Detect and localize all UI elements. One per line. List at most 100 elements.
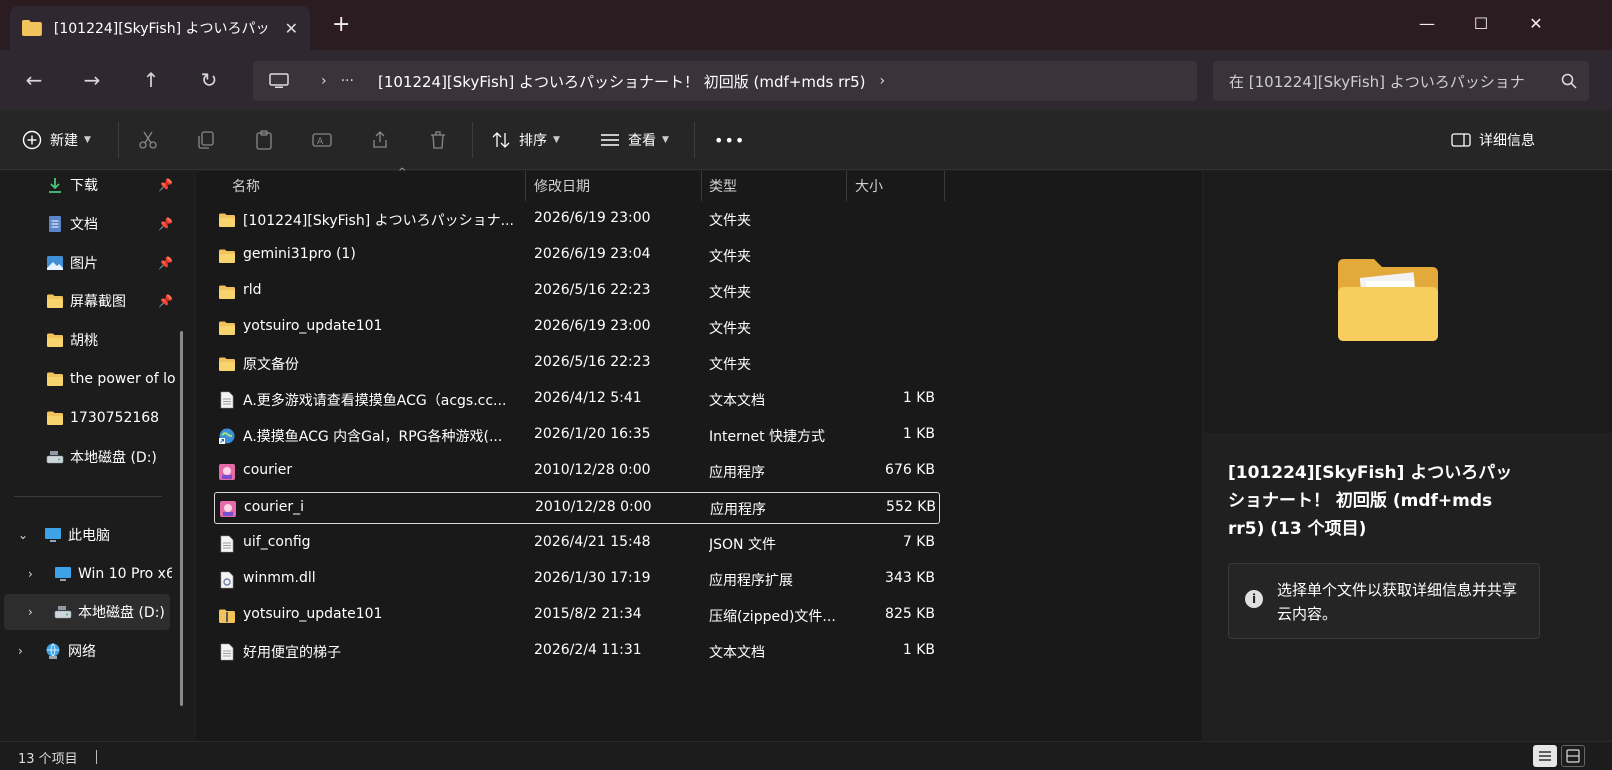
scissors-icon — [139, 131, 157, 149]
internet-shortcut-icon — [218, 427, 236, 445]
close-window-button[interactable]: ✕ — [1514, 8, 1558, 38]
file-type: 应用程序 — [709, 465, 765, 481]
sidebar-tree-item-0[interactable]: ⌄ 此电脑 — [0, 517, 190, 553]
tab-close-icon[interactable]: ✕ — [285, 19, 298, 38]
file-row[interactable]: A.摸摸鱼ACG 内含Gal，RPG各种游戏(... 2026/1/20 16:3… — [214, 420, 940, 452]
file-row[interactable]: 好用便宜的梯子 2026/2/4 11:31 文本文档 1 KB — [214, 636, 940, 668]
sidebar-item-0[interactable]: 下载 📌 — [0, 167, 190, 203]
folder-icon — [218, 319, 236, 337]
pin-icon[interactable]: 📌 — [158, 256, 173, 270]
status-bar: 13 个项目 — [0, 741, 1612, 770]
computer-icon — [44, 526, 62, 544]
new-button[interactable]: 新建 ▼ — [22, 124, 91, 156]
file-type: 文件夹 — [709, 357, 751, 373]
file-type: 文件夹 — [709, 285, 751, 301]
column-header-date[interactable]: 修改日期 — [526, 171, 701, 201]
file-row[interactable]: [101224][SkyFish] よついろパッショナ... 2026/6/19 … — [214, 204, 940, 236]
chevron-right-icon[interactable]: › — [28, 605, 33, 619]
sidebar-scrollbar[interactable] — [180, 331, 183, 706]
breadcrumb-chevron-icon[interactable]: › — [321, 73, 327, 89]
file-row[interactable]: courier 2010/12/28 0:00 应用程序 676 KB — [214, 456, 940, 488]
column-divider[interactable] — [944, 171, 945, 201]
pin-icon[interactable]: 📌 — [158, 178, 173, 192]
file-row[interactable]: A.更多游戏请查看摸摸鱼ACG（acgs.cc... 2026/4/12 5:41… — [214, 384, 940, 416]
copy-icon — [198, 131, 214, 149]
sidebar-item-6[interactable]: 1730752168 — [0, 400, 190, 436]
tab-current[interactable]: [101224][SkyFish] よついろパッ ✕ — [10, 6, 310, 50]
file-row[interactable]: courier_i 2010/12/28 0:00 应用程序 552 KB — [214, 492, 940, 524]
sidebar-item-7[interactable]: 本地磁盘 (D:) — [0, 439, 190, 475]
details-view-button[interactable] — [1533, 745, 1557, 767]
sidebar-tree-label: 此电脑 — [68, 528, 110, 544]
paste-button[interactable] — [254, 124, 282, 156]
delete-button[interactable] — [428, 124, 456, 156]
chevron-right-icon[interactable]: › — [28, 567, 33, 581]
breadcrumb-current-folder[interactable]: [101224][SkyFish] よついろパッショナート！ 初回版 (mdf+… — [378, 71, 866, 92]
sidebar-item-3[interactable]: 屏幕截图 📌 — [0, 283, 190, 319]
chevron-right-icon[interactable]: › — [18, 644, 23, 658]
folder-icon — [218, 283, 236, 301]
command-bar: 新建 ▼ A 排序 ▼ 查看 ▼ ••• 详细信息 — [0, 110, 1612, 170]
sidebar-item-4[interactable]: 胡桃 — [0, 322, 190, 358]
file-name: courier — [243, 462, 293, 478]
pin-icon[interactable]: 📌 — [158, 217, 173, 231]
copy-button[interactable] — [196, 124, 224, 156]
refresh-button[interactable]: ↻ — [191, 62, 227, 98]
file-row[interactable]: yotsuiro_update101 2015/8/2 21:34 压缩(zippe… — [214, 600, 940, 632]
search-input[interactable]: 在 [101224][SkyFish] よついろパッショナ — [1213, 61, 1589, 101]
file-row[interactable]: winmm.dll 2026/1/30 17:19 应用程序扩展 343 KB — [214, 564, 940, 596]
file-row[interactable]: gemini31pro (1) 2026/6/19 23:04 文件夹 — [214, 240, 940, 272]
tiles-view-button[interactable] — [1561, 745, 1585, 767]
file-type: 文件夹 — [709, 321, 751, 337]
back-button[interactable]: ← — [16, 62, 52, 98]
file-size: 552 KB — [886, 499, 936, 515]
file-name: uif_config — [243, 534, 311, 550]
file-row[interactable]: uif_config 2026/4/21 15:48 JSON 文件 7 KB — [214, 528, 940, 560]
details-pane-button[interactable]: 详细信息 — [1451, 124, 1535, 156]
file-date: 2026/2/4 11:31 — [534, 642, 642, 658]
more-options-button[interactable]: ••• — [714, 124, 745, 156]
sort-button[interactable]: 排序 ▼ — [491, 124, 560, 156]
file-date: 2026/6/19 23:00 — [534, 210, 651, 226]
sidebar-item-1[interactable]: 文档 📌 — [0, 206, 190, 242]
breadcrumb-chevron-icon[interactable]: › — [880, 73, 886, 89]
text-file-icon — [218, 643, 236, 661]
pin-icon[interactable]: 📌 — [158, 294, 173, 308]
file-type: 应用程序扩展 — [709, 573, 793, 589]
folder-preview-icon — [1338, 259, 1438, 341]
file-row[interactable]: 原文备份 2026/5/16 22:23 文件夹 — [214, 348, 940, 380]
column-header-name[interactable]: 名称 ^ — [224, 167, 526, 201]
item-count: 13 个项目 — [18, 752, 78, 767]
file-type: 文件夹 — [709, 213, 751, 229]
column-header-size[interactable]: 大小 — [847, 171, 944, 201]
chevron-down-icon[interactable]: ⌄ — [18, 528, 28, 542]
sort-label: 排序 — [519, 133, 547, 149]
sidebar-tree-item-2[interactable]: › 本地磁盘 (D:) — [4, 594, 170, 631]
view-button[interactable]: 查看 ▼ — [600, 124, 669, 156]
breadcrumb-overflow-button[interactable]: ··· — [341, 73, 354, 89]
sidebar-item-5[interactable]: the power of lo — [0, 361, 190, 397]
file-row[interactable]: yotsuiro_update101 2026/6/19 23:00 文件夹 — [214, 312, 940, 344]
file-row[interactable]: rld 2026/5/16 22:23 文件夹 — [214, 276, 940, 308]
address-bar[interactable]: › ··· [101224][SkyFish] よついろパッショナート！ 初回版… — [253, 61, 1197, 101]
divider — [96, 750, 97, 764]
column-label-type: 类型 — [709, 179, 737, 195]
forward-button[interactable]: → — [74, 62, 110, 98]
minimize-button[interactable]: — — [1405, 8, 1449, 38]
sidebar-item-2[interactable]: 图片 📌 — [0, 245, 190, 281]
file-size: 825 KB — [885, 606, 935, 622]
trash-icon — [431, 131, 445, 149]
navigation-bar: ← → ↑ ↻ › ··· [101224][SkyFish] よついろパッショ… — [0, 50, 1612, 110]
sidebar-tree-item-3[interactable]: › 网络 — [0, 633, 190, 669]
search-icon[interactable] — [1561, 73, 1577, 89]
up-button[interactable]: ↑ — [133, 62, 169, 98]
maximize-button[interactable]: ☐ — [1459, 8, 1503, 38]
file-name: gemini31pro (1) — [243, 246, 356, 262]
share-button[interactable] — [370, 124, 398, 156]
new-tab-button[interactable]: + — [332, 14, 350, 36]
cut-button[interactable] — [138, 124, 166, 156]
column-header-type[interactable]: 类型 — [701, 171, 847, 201]
rename-button[interactable]: A — [312, 124, 340, 156]
divider — [118, 122, 119, 158]
sidebar-tree-item-1[interactable]: › Win 10 Pro x6 — [0, 556, 190, 592]
